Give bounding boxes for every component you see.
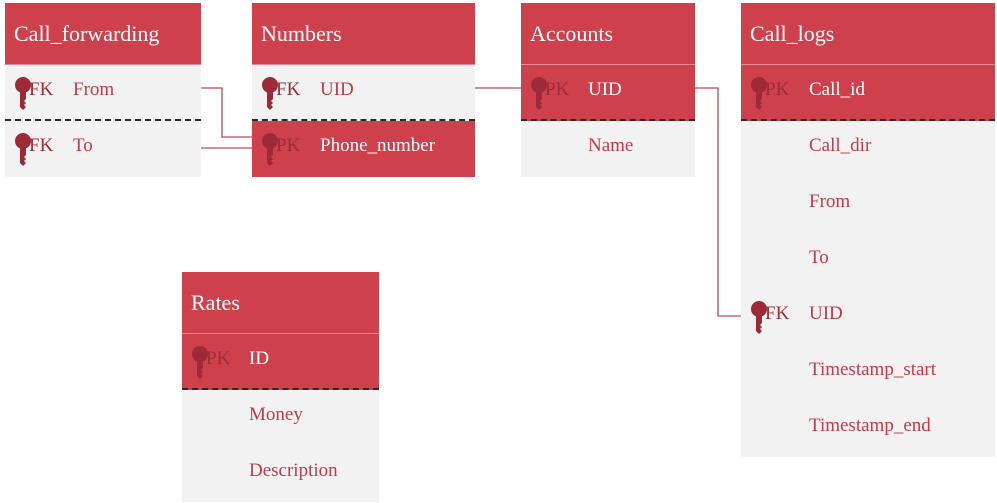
key-type: FK	[765, 303, 790, 324]
column-row: Call_dir	[741, 121, 995, 177]
column-row: Timestamp_end	[741, 401, 995, 457]
column-name: Call_dir	[809, 135, 872, 156]
table-title: Numbers	[252, 3, 475, 65]
relationship-line	[695, 87, 741, 317]
table-title: Call_logs	[741, 3, 995, 65]
table-rates[interactable]: Rates PK ID Money Description	[182, 272, 379, 502]
column-row: FK UID	[252, 65, 475, 121]
column-row: To	[741, 233, 995, 289]
table-call-forwarding[interactable]: Call_forwarding FK From FK To	[5, 3, 201, 177]
column-name: UID	[809, 303, 843, 324]
key-type: PK	[545, 79, 570, 100]
column-name: UID	[320, 79, 354, 100]
column-name: UID	[588, 79, 622, 100]
column-row: From	[741, 177, 995, 233]
column-row: PK ID	[182, 334, 379, 390]
key-type: PK	[276, 135, 301, 156]
column-name: From	[73, 79, 115, 100]
key-type: FK	[29, 135, 54, 156]
table-accounts[interactable]: Accounts PK UID Name	[521, 3, 695, 177]
column-name: From	[809, 191, 851, 212]
table-title: Accounts	[521, 3, 695, 65]
column-row: Description	[182, 446, 379, 502]
column-name: ID	[249, 348, 270, 369]
column-row: FK UID	[741, 289, 995, 345]
column-row: Name	[521, 121, 695, 177]
column-name: Timestamp_start	[809, 359, 937, 380]
column-row: PK Call_id	[741, 65, 995, 121]
column-row: Money	[182, 390, 379, 446]
key-type: PK	[765, 79, 790, 100]
column-name: Timestamp_end	[809, 415, 931, 436]
column-row: FK From	[5, 65, 201, 121]
key-type: PK	[206, 348, 231, 369]
column-name: To	[73, 135, 93, 156]
key-type: FK	[276, 79, 301, 100]
column-name: To	[809, 247, 829, 268]
column-row: PK Phone_number	[252, 121, 475, 177]
column-row: Timestamp_start	[741, 345, 995, 401]
column-row: FK To	[5, 121, 201, 177]
table-title: Call_forwarding	[5, 3, 201, 65]
column-name: Name	[588, 135, 634, 156]
table-call-logs[interactable]: Call_logs PK Call_id Call_dir From To FK…	[741, 3, 995, 457]
table-numbers[interactable]: Numbers FK UID PK Phone_number	[252, 3, 475, 177]
relationship-line	[201, 87, 252, 138]
key-type: FK	[29, 79, 54, 100]
column-name: Phone_number	[320, 135, 436, 156]
column-name: Money	[249, 404, 303, 425]
column-name: Description	[249, 460, 338, 481]
table-title: Rates	[182, 272, 379, 334]
column-name: Call_id	[809, 79, 865, 100]
column-row: PK UID	[521, 65, 695, 121]
